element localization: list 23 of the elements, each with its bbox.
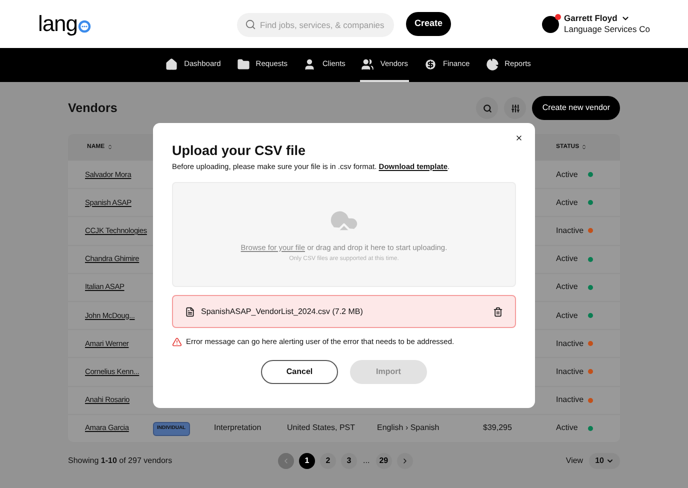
amount-cell: $39,295: [483, 423, 512, 432]
page-title: Vendors: [68, 100, 118, 117]
status-text: Inactive: [556, 224, 585, 237]
language-cell: English › Spanish: [377, 423, 440, 432]
status-text: Inactive: [556, 366, 585, 378]
status-text: Active: [556, 196, 579, 209]
service-cell: Interpretation: [214, 423, 262, 432]
status-text: Inactive: [556, 338, 585, 350]
status-text: Inactive: [556, 394, 585, 406]
status-text: Active: [556, 310, 579, 322]
status-text: Active: [556, 253, 579, 266]
view-label: View: [566, 454, 584, 467]
logo: lang: [38, 13, 78, 35]
status-text: Active: [556, 281, 579, 294]
file-name: SpanishASAP_VendorList_2024.csv (7.2 MB): [201, 306, 363, 318]
pagination-ellipsis: ...: [362, 454, 371, 467]
status-text: Active: [556, 422, 579, 434]
status-text: Active: [556, 168, 579, 181]
user-name: Garrett Floyd: [564, 13, 618, 24]
showing-count: Showing 1-10 of 297 vendors: [68, 454, 174, 467]
company-name: Language Services Co: [564, 24, 650, 35]
dialog-title: Upload your CSV file: [172, 143, 307, 159]
location-cell: United States, PST: [287, 423, 356, 432]
